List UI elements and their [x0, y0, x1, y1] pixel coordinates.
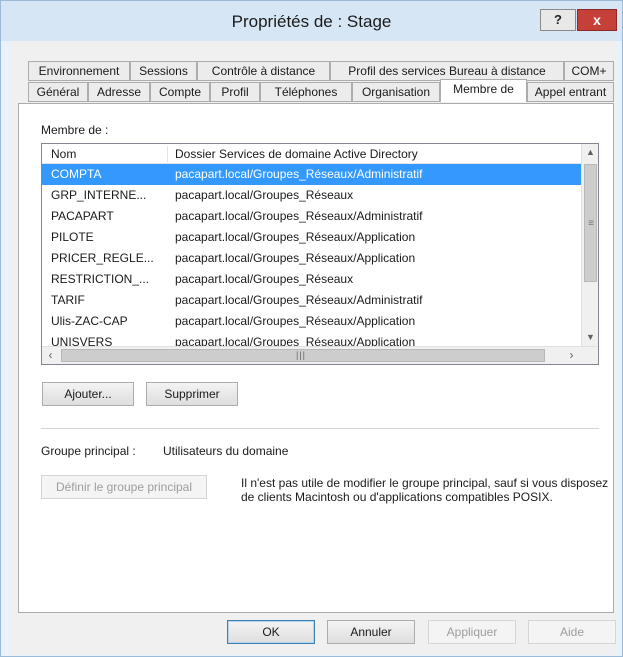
member-of-list[interactable]: Nom Dossier Services de domaine Active D…: [41, 143, 599, 365]
list-item[interactable]: PRICER_REGLE... pacapart.local/Groupes_R…: [42, 248, 582, 269]
list-item[interactable]: PILOTE pacapart.local/Groupes_Réseaux/Ap…: [42, 227, 582, 248]
horizontal-scrollbar[interactable]: ‹ ||| ›: [42, 346, 598, 364]
title-bar[interactable]: Propriétés de : Stage ? x: [1, 1, 622, 41]
tab-appel-entrant[interactable]: Appel entrant: [527, 82, 614, 102]
tab-organisation[interactable]: Organisation: [352, 82, 440, 102]
group-name: PACAPART: [51, 209, 114, 223]
column-header-nom[interactable]: Nom: [51, 147, 76, 161]
list-item[interactable]: PACAPART pacapart.local/Groupes_Réseaux/…: [42, 206, 582, 227]
tab-profil[interactable]: Profil: [210, 82, 260, 102]
group-name: COMPTA: [51, 167, 102, 181]
group-folder: pacapart.local/Groupes_Réseaux: [175, 272, 354, 286]
primary-group-info-text: Il n'est pas utile de modifier le groupe…: [241, 476, 609, 504]
list-item[interactable]: TARIF pacapart.local/Groupes_Réseaux/Adm…: [42, 290, 582, 311]
ok-button[interactable]: OK: [227, 620, 315, 644]
vertical-scroll-thumb[interactable]: ≡: [584, 164, 597, 282]
grip-icon: |||: [296, 350, 307, 360]
window-title: Propriétés de : Stage: [231, 12, 392, 31]
primary-group-label: Groupe principal :: [41, 444, 136, 458]
group-folder: pacapart.local/Groupes_Réseaux/Applicati…: [175, 230, 416, 244]
group-folder: pacapart.local/Groupes_Réseaux/Applicati…: [175, 314, 416, 328]
tab-membre-de[interactable]: Membre de: [440, 79, 527, 102]
chevron-right-icon[interactable]: ›: [563, 347, 580, 364]
group-folder: pacapart.local/Groupes_Réseaux/Applicati…: [175, 335, 416, 346]
list-item[interactable]: COMPTA pacapart.local/Groupes_Réseaux/Ad…: [42, 164, 582, 185]
group-name: Ulis-ZAC-CAP: [51, 314, 128, 328]
set-primary-group-button[interactable]: Définir le groupe principal: [41, 475, 207, 499]
tab-general[interactable]: Général: [28, 82, 88, 102]
list-item[interactable]: UNISVERS pacapart.local/Groupes_Réseaux/…: [42, 332, 582, 346]
close-button[interactable]: x: [577, 9, 617, 31]
group-name: PRICER_REGLE...: [51, 251, 154, 265]
group-name: PILOTE: [51, 230, 94, 244]
list-item[interactable]: RESTRICTION_... pacapart.local/Groupes_R…: [42, 269, 582, 290]
group-folder: pacapart.local/Groupes_Réseaux/Applicati…: [175, 251, 416, 265]
horizontal-scroll-thumb[interactable]: |||: [61, 349, 545, 362]
list-item[interactable]: GRP_INTERNE... pacapart.local/Groupes_Ré…: [42, 185, 582, 206]
member-of-label: Membre de :: [41, 123, 109, 137]
apply-button[interactable]: Appliquer: [428, 620, 516, 644]
add-group-button[interactable]: Ajouter...: [42, 382, 134, 406]
group-name: GRP_INTERNE...: [51, 188, 147, 202]
tab-controle-a-distance[interactable]: Contrôle à distance: [197, 61, 330, 81]
column-header-dossier[interactable]: Dossier Services de domaine Active Direc…: [175, 147, 418, 161]
group-folder: pacapart.local/Groupes_Réseaux/Administr…: [175, 167, 423, 181]
tab-compte[interactable]: Compte: [150, 82, 210, 102]
group-folder: pacapart.local/Groupes_Réseaux/Administr…: [175, 293, 423, 307]
list-item[interactable]: Ulis-ZAC-CAP pacapart.local/Groupes_Rése…: [42, 311, 582, 332]
chevron-left-icon[interactable]: ‹: [42, 347, 59, 364]
section-divider: [41, 428, 599, 429]
tab-telephones[interactable]: Téléphones: [260, 82, 352, 102]
vertical-scrollbar[interactable]: ▲ ≡ ▼: [581, 144, 598, 346]
cancel-button[interactable]: Annuler: [327, 620, 415, 644]
column-divider[interactable]: [167, 146, 168, 162]
chevron-up-icon[interactable]: ▲: [582, 144, 598, 161]
primary-group-value: Utilisateurs du domaine: [163, 444, 289, 458]
grip-icon: ≡: [588, 218, 594, 229]
chevron-down-icon[interactable]: ▼: [582, 329, 598, 346]
tab-adresse[interactable]: Adresse: [88, 82, 150, 102]
group-name: RESTRICTION_...: [51, 272, 150, 286]
help-button[interactable]: Aide: [528, 620, 616, 644]
tab-environnement[interactable]: Environnement: [28, 61, 130, 81]
remove-group-button[interactable]: Supprimer: [146, 382, 238, 406]
tab-sessions[interactable]: Sessions: [130, 61, 197, 81]
group-name: TARIF: [51, 293, 85, 307]
group-folder: pacapart.local/Groupes_Réseaux: [175, 188, 354, 202]
help-title-button[interactable]: ?: [540, 9, 576, 31]
group-name: UNISVERS: [51, 335, 113, 346]
group-folder: pacapart.local/Groupes_Réseaux/Administr…: [175, 209, 423, 223]
tab-profil-services-bureau-a-distance[interactable]: Profil des services Bureau à distance: [330, 61, 564, 81]
tab-com-plus[interactable]: COM+: [564, 61, 614, 81]
list-rows: COMPTA pacapart.local/Groupes_Réseaux/Ad…: [42, 164, 582, 346]
list-header: Nom Dossier Services de domaine Active D…: [42, 144, 582, 164]
